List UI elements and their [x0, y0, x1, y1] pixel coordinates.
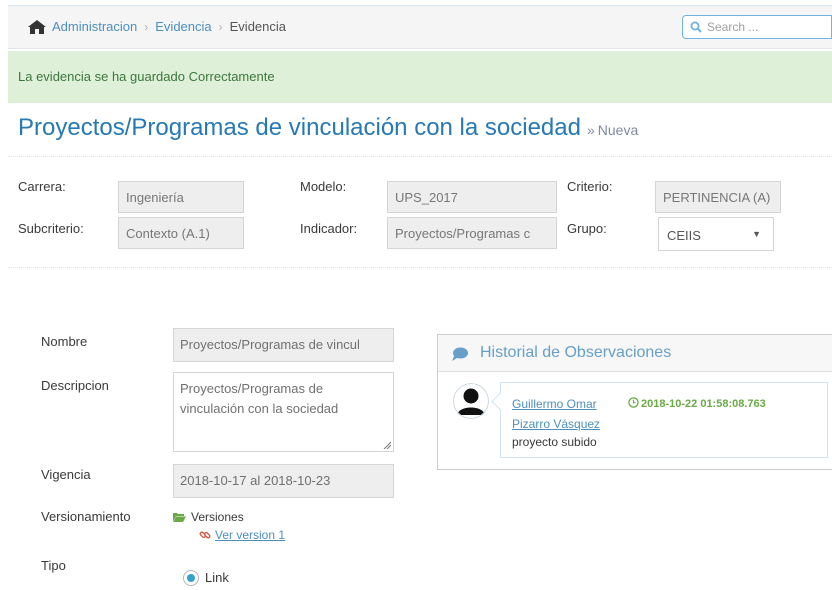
- ver-version-link[interactable]: Ver version 1: [199, 528, 285, 542]
- home-icon[interactable]: [28, 20, 46, 34]
- versionamiento-label: Versionamiento: [41, 509, 131, 524]
- comment-icon: [452, 347, 468, 361]
- search-box: [682, 15, 832, 39]
- page-title-text: Proyectos/Programas de vinculación con l…: [18, 114, 581, 141]
- search-input[interactable]: [707, 18, 827, 36]
- comment-arrow: [491, 392, 510, 411]
- page-header: Proyectos/Programas de vinculación con l…: [8, 104, 832, 157]
- tipo-link-label: Link: [205, 570, 229, 585]
- grupo-label: Grupo:: [567, 221, 607, 236]
- grupo-select[interactable]: CEIIS ▼: [658, 217, 774, 251]
- modelo-label: Modelo:: [300, 179, 347, 194]
- criterio-label: Criterio:: [567, 179, 613, 194]
- modelo-field: UPS_2017: [387, 181, 557, 213]
- breadcrumb-separator: ›: [144, 20, 149, 34]
- descripcion-text: Proyectos/Programas de vinculación con l…: [180, 381, 339, 416]
- chevron-down-icon: ▼: [752, 229, 761, 239]
- tipo-link-radio[interactable]: Link: [183, 570, 229, 586]
- comment-timestamp-text: 2018-10-22 01:58:08.763: [641, 398, 766, 410]
- breadcrumb-link-administracion[interactable]: Administracion: [52, 19, 137, 34]
- versiones-label: Versiones: [191, 510, 244, 524]
- history-title: Historial de Observaciones: [480, 344, 672, 361]
- search-icon: [690, 21, 702, 33]
- page-subtitle: » Nueva: [587, 122, 638, 138]
- vigencia-label: Vigencia: [41, 467, 91, 482]
- folder-open-icon: [173, 513, 186, 522]
- nombre-field: Proyectos/Programas de vincul: [173, 328, 394, 362]
- vigencia-field: 2018-10-17 al 2018-10-23: [173, 464, 394, 498]
- resize-handle-icon[interactable]: [383, 441, 391, 449]
- breadcrumb-bar: Administracion › Evidencia › Evidencia: [8, 5, 832, 49]
- page-title: Proyectos/Programas de vinculación con l…: [18, 114, 638, 142]
- breadcrumb-active: Evidencia: [229, 19, 287, 34]
- grupo-selected-value: CEIIS: [667, 228, 701, 243]
- link-icon: [199, 531, 211, 539]
- carrera-field: Ingeniería: [118, 181, 244, 213]
- indicador-label: Indicador:: [300, 221, 358, 236]
- filter-panel: Carrera: Ingeniería Modelo: UPS_2017 Cri…: [8, 157, 832, 268]
- user-avatar-icon: [453, 383, 489, 419]
- success-alert: La evidencia se ha guardado Correctament…: [8, 51, 832, 103]
- versiones-folder[interactable]: Versiones: [173, 510, 244, 524]
- tipo-label: Tipo: [41, 558, 66, 573]
- breadcrumb-link-evidencia[interactable]: Evidencia: [155, 19, 211, 34]
- comment-text: proyecto subido: [512, 435, 597, 449]
- clock-icon: [628, 397, 639, 408]
- comment-author[interactable]: Guillermo Omar Pizarro Vásquez: [512, 394, 632, 434]
- history-widget: Historial de Observaciones Guillermo Oma…: [437, 334, 832, 470]
- nombre-label: Nombre: [41, 334, 88, 349]
- alert-message: La evidencia se ha guardado Correctament…: [18, 69, 275, 84]
- subtitle-prefix: »: [586, 122, 595, 138]
- breadcrumb-separator: ›: [218, 20, 223, 34]
- subcriterio-field: Contexto (A.1): [118, 217, 244, 249]
- subcriterio-label: Subcriterio:: [18, 221, 84, 236]
- radio-checked-icon[interactable]: [183, 570, 199, 586]
- comment-timestamp: 2018-10-22 01:58:08.763: [628, 394, 766, 414]
- criterio-field: PERTINENCIA (A): [655, 181, 781, 213]
- ver-version-label: Ver version 1: [215, 528, 286, 542]
- breadcrumb: Administracion › Evidencia › Evidencia: [52, 19, 286, 34]
- carrera-label: Carrera:: [18, 179, 66, 194]
- descripcion-label: Descripcion: [41, 378, 109, 393]
- subtitle-text: Nueva: [597, 122, 639, 138]
- descripcion-textarea[interactable]: Proyectos/Programas de vinculación con l…: [173, 372, 394, 452]
- history-widget-header: Historial de Observaciones: [438, 335, 832, 372]
- comment-item: Guillermo Omar Pizarro Vásquez 2018-10-2…: [491, 382, 828, 458]
- indicador-field: Proyectos/Programas c: [387, 217, 557, 249]
